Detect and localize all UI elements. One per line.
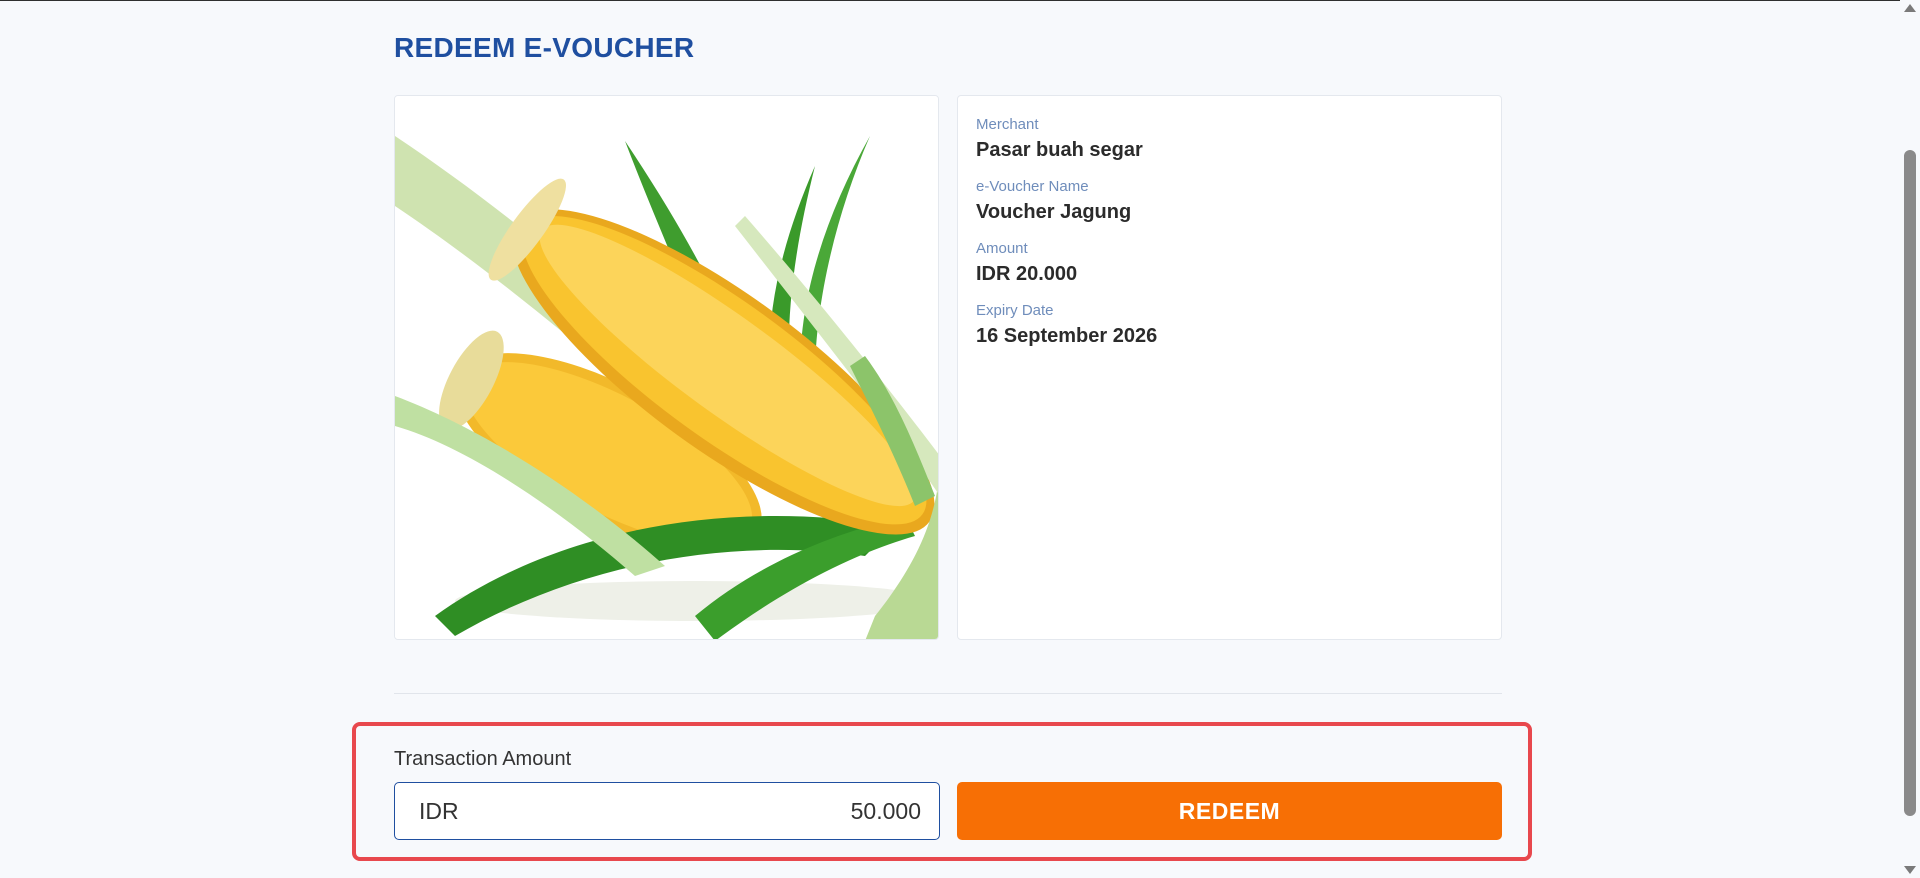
section-divider: [394, 693, 1502, 694]
currency-prefix: IDR: [419, 797, 459, 824]
expiry-row: Expiry Date 16 September 2026: [976, 301, 1483, 349]
voucher-image-card: [394, 95, 939, 640]
voucher-name-value: Voucher Jagung: [976, 201, 1132, 223]
vertical-scrollbar[interactable]: [1900, 0, 1920, 878]
voucher-info-card: Merchant Pasar buah segar e-Voucher Name…: [957, 95, 1502, 640]
triangle-down-icon[interactable]: [1904, 866, 1916, 874]
expiry-date-label: Expiry Date: [976, 302, 1054, 319]
transaction-amount-input[interactable]: IDR 50.000: [394, 782, 940, 840]
scrollbar-thumb[interactable]: [1904, 150, 1916, 816]
merchant-label: Merchant: [976, 116, 1039, 133]
triangle-up-icon[interactable]: [1904, 4, 1916, 12]
voucher-name-label: e-Voucher Name: [976, 178, 1089, 195]
merchant-row: Merchant Pasar buah segar: [976, 115, 1483, 163]
amount-value: IDR 20.000: [976, 263, 1078, 285]
redeem-page: REDEEM E-VOUCHER Merchant Pasar buah seg…: [352, 0, 1532, 878]
merchant-value: Pasar buah segar: [976, 139, 1143, 161]
transaction-amount-value[interactable]: 50.000: [459, 798, 921, 825]
corn-image: [395, 96, 938, 639]
voucher-name-row: e-Voucher Name Voucher Jagung: [976, 177, 1483, 225]
amount-row: Amount IDR 20.000: [976, 239, 1483, 287]
redeem-button[interactable]: REDEEM: [957, 782, 1502, 840]
page-title: REDEEM E-VOUCHER: [394, 32, 695, 63]
amount-label: Amount: [976, 240, 1028, 257]
expiry-date-value: 16 September 2026: [976, 325, 1158, 347]
transaction-amount-label: Transaction Amount: [394, 748, 572, 770]
voucher-cards: Merchant Pasar buah segar e-Voucher Name…: [394, 95, 1502, 640]
